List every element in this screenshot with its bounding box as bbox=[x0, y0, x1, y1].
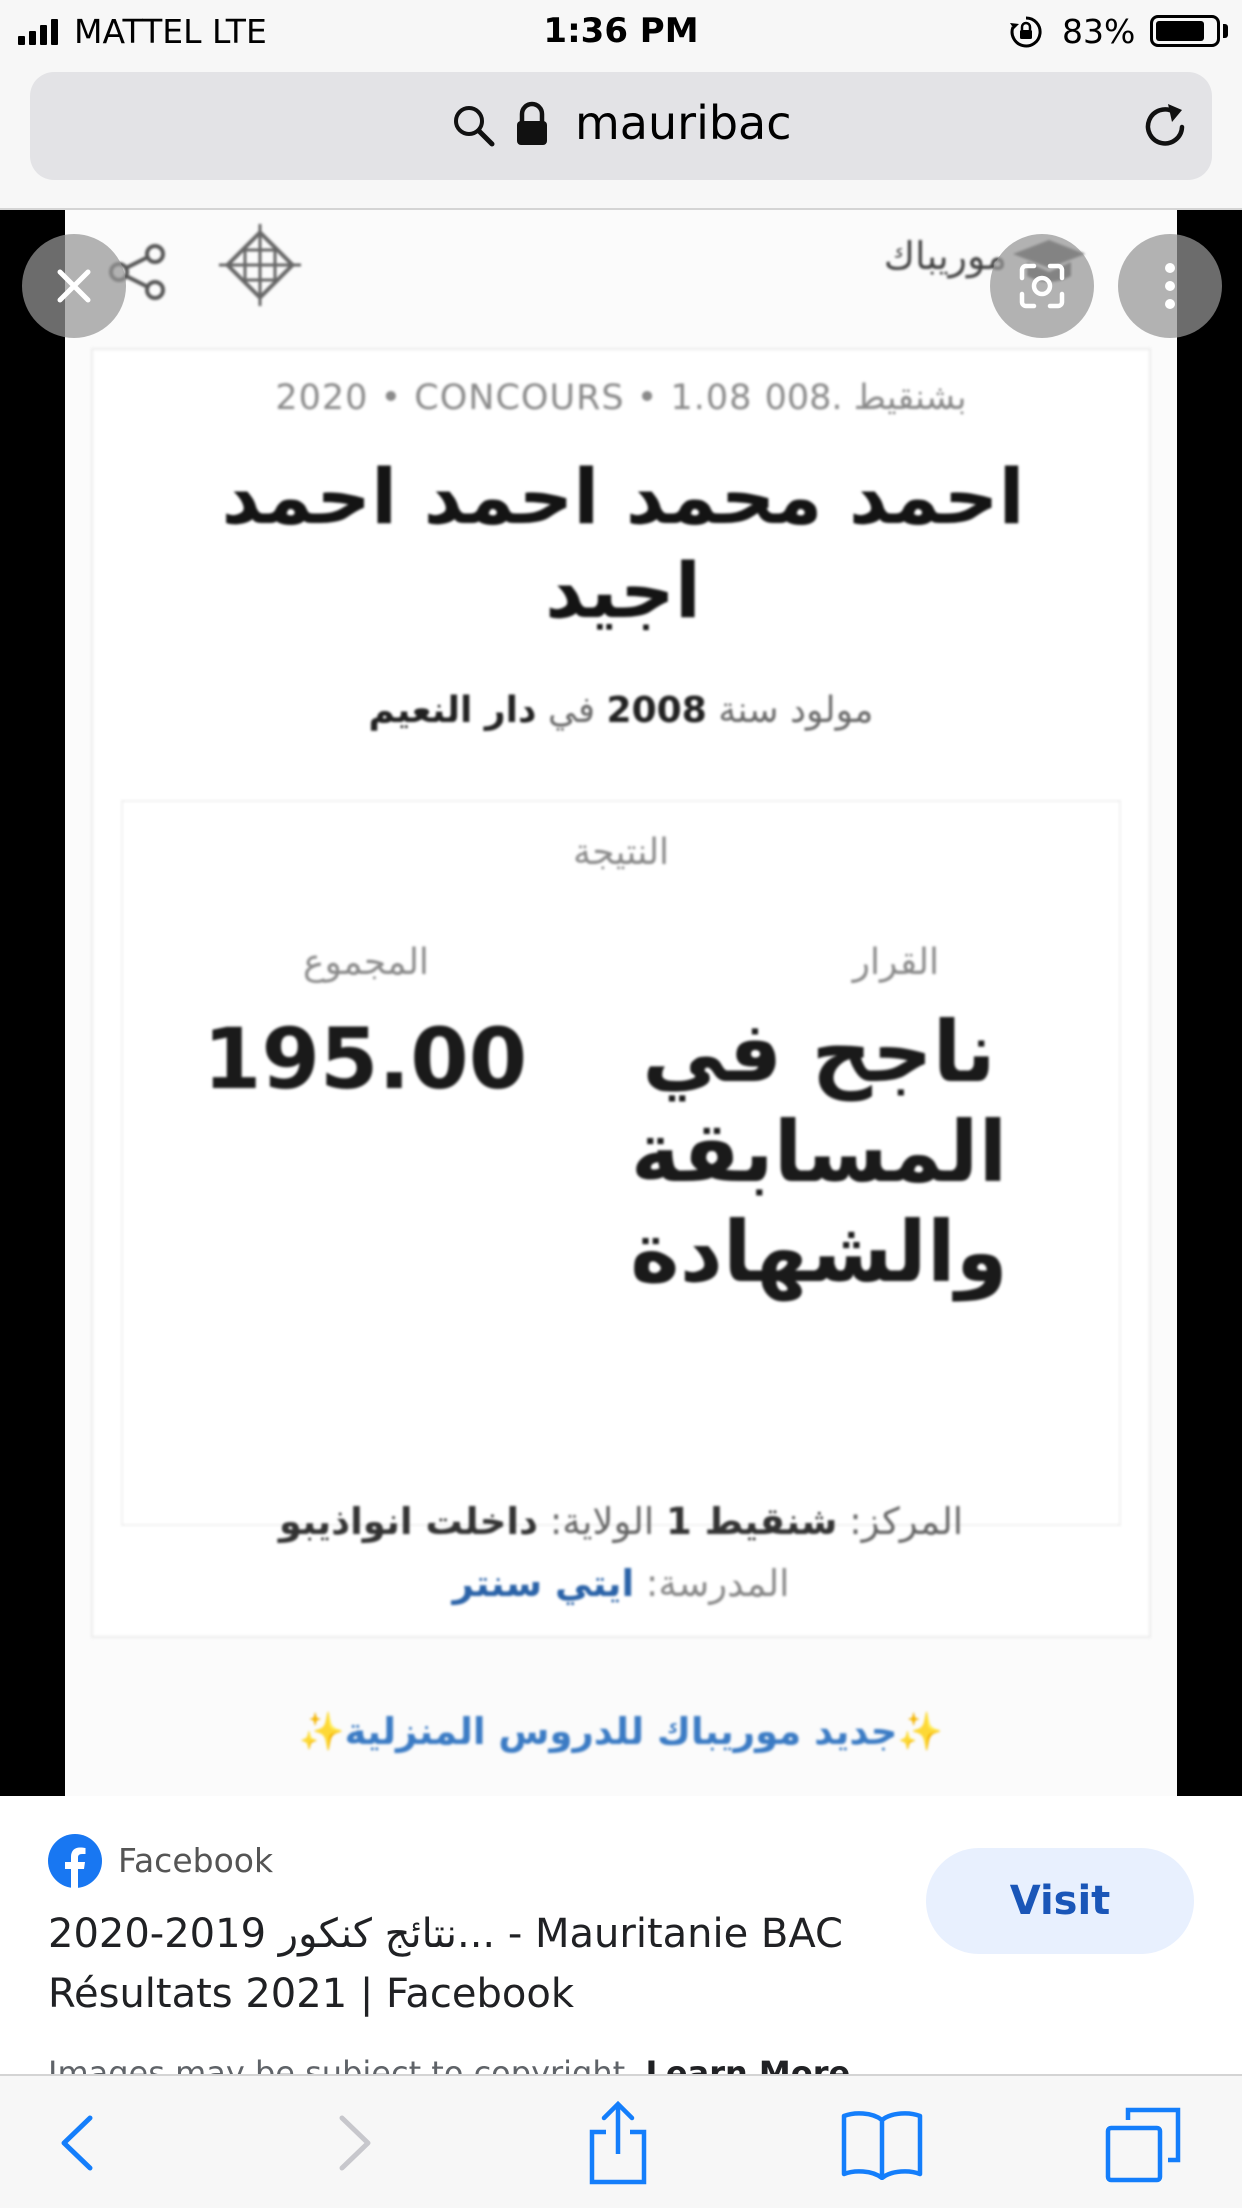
image-info-panel: Facebook 2020-2019 نتائج كنكور... - Maur… bbox=[0, 1796, 1242, 2074]
school-label: المدرسة: bbox=[645, 1562, 790, 1605]
battery-tip bbox=[1223, 24, 1228, 38]
tabs-icon[interactable] bbox=[1104, 2104, 1184, 2184]
result-heading: النتيجة bbox=[572, 832, 670, 873]
source-name[interactable]: Facebook bbox=[118, 1841, 273, 1880]
learn-more-link[interactable]: Learn More bbox=[646, 2054, 851, 2074]
more-options-icon[interactable] bbox=[1118, 234, 1222, 338]
birth-year: 2008 bbox=[606, 690, 707, 731]
close-icon[interactable] bbox=[22, 234, 126, 338]
site-logo: موريباك bbox=[883, 234, 1007, 278]
result-title-link[interactable]: 2020-2019 نتائج كنكور... - Mauritanie BA… bbox=[48, 1904, 868, 2024]
battery-percent: 83% bbox=[1062, 12, 1136, 51]
birth-info: مولود سنة 2008 في دار النعيم bbox=[93, 690, 1149, 731]
lock-icon bbox=[514, 100, 550, 150]
browser-toolbar bbox=[0, 2074, 1242, 2208]
total-label: المجموع bbox=[303, 942, 429, 983]
total-score: 195.00 bbox=[203, 1010, 528, 1108]
student-name: احمد محمد احمد احمد اجيد bbox=[221, 452, 1025, 635]
center-label: المركز: bbox=[849, 1500, 964, 1543]
facebook-icon bbox=[48, 1834, 102, 1888]
battery-level-fill bbox=[1156, 21, 1204, 41]
promo-text: جديد موريباك للدروس المنزلية bbox=[344, 1710, 898, 1753]
decision-label: القرار bbox=[852, 942, 939, 983]
birth-place: دار النعيم bbox=[368, 690, 537, 731]
decision-value: ناجح في المسابقة والشهادة bbox=[630, 1003, 1008, 1301]
result-section: النتيجة القرار المجموع ناجح في المسابقة … bbox=[121, 800, 1121, 1526]
url-text[interactable]: mauribac bbox=[575, 96, 792, 150]
image-viewer: موريباك 2020 • CONCOURS • 1.08 بشنقيط .0… bbox=[0, 210, 1242, 1796]
reload-icon[interactable] bbox=[1138, 100, 1192, 154]
copyright-notice: Images may be subject to copyright. Lear… bbox=[48, 2054, 850, 2074]
wilaya-value: داخلت انواذيبو bbox=[278, 1500, 539, 1543]
sparkle-icon: ✨ bbox=[298, 1710, 345, 1753]
status-time: 1:36 PM bbox=[543, 11, 699, 51]
exam-center-info: المركز: شنقيط 1 الولاية: داخلت انواذيبو bbox=[65, 1500, 1177, 1543]
result-image: موريباك 2020 • CONCOURS • 1.08 بشنقيط .0… bbox=[65, 210, 1177, 1796]
back-icon[interactable] bbox=[50, 2110, 110, 2176]
rotation-lock-icon bbox=[1008, 14, 1044, 50]
battery-icon bbox=[1150, 15, 1220, 47]
center-value: شنقيط 1 bbox=[665, 1500, 838, 1543]
copyright-text: Images may be subject to copyright. bbox=[48, 2054, 636, 2074]
school-info: المدرسة: ايتي سنتر bbox=[65, 1562, 1177, 1605]
status-bar: MATTEL LTE 1:36 PM 83% bbox=[0, 0, 1242, 62]
promo-banner: ✨جديد موريباك للدروس المنزلية✨ bbox=[65, 1710, 1177, 1754]
bookmarks-icon[interactable] bbox=[840, 2108, 924, 2180]
exam-meta: 2020 • CONCOURS • 1.08 بشنقيط .008 bbox=[275, 378, 967, 418]
visit-button[interactable]: Visit bbox=[926, 1848, 1194, 1954]
search-icon bbox=[450, 102, 498, 150]
result-card: 2020 • CONCOURS • 1.08 بشنقيط .008 احمد … bbox=[91, 348, 1151, 1638]
wilaya-label: الولاية: bbox=[549, 1500, 655, 1543]
lens-search-icon[interactable] bbox=[990, 234, 1094, 338]
ornament-icon bbox=[215, 220, 305, 310]
born-prefix: مولود سنة bbox=[718, 690, 874, 731]
address-bar[interactable]: mauribac bbox=[30, 72, 1212, 180]
school-value: ايتي سنتر bbox=[452, 1562, 635, 1605]
browser-address-area: mauribac bbox=[0, 62, 1242, 210]
share-icon[interactable] bbox=[584, 2100, 652, 2186]
born-in: في bbox=[547, 690, 596, 731]
sparkle-icon: ✨ bbox=[897, 1710, 944, 1753]
forward-icon[interactable] bbox=[322, 2110, 382, 2176]
